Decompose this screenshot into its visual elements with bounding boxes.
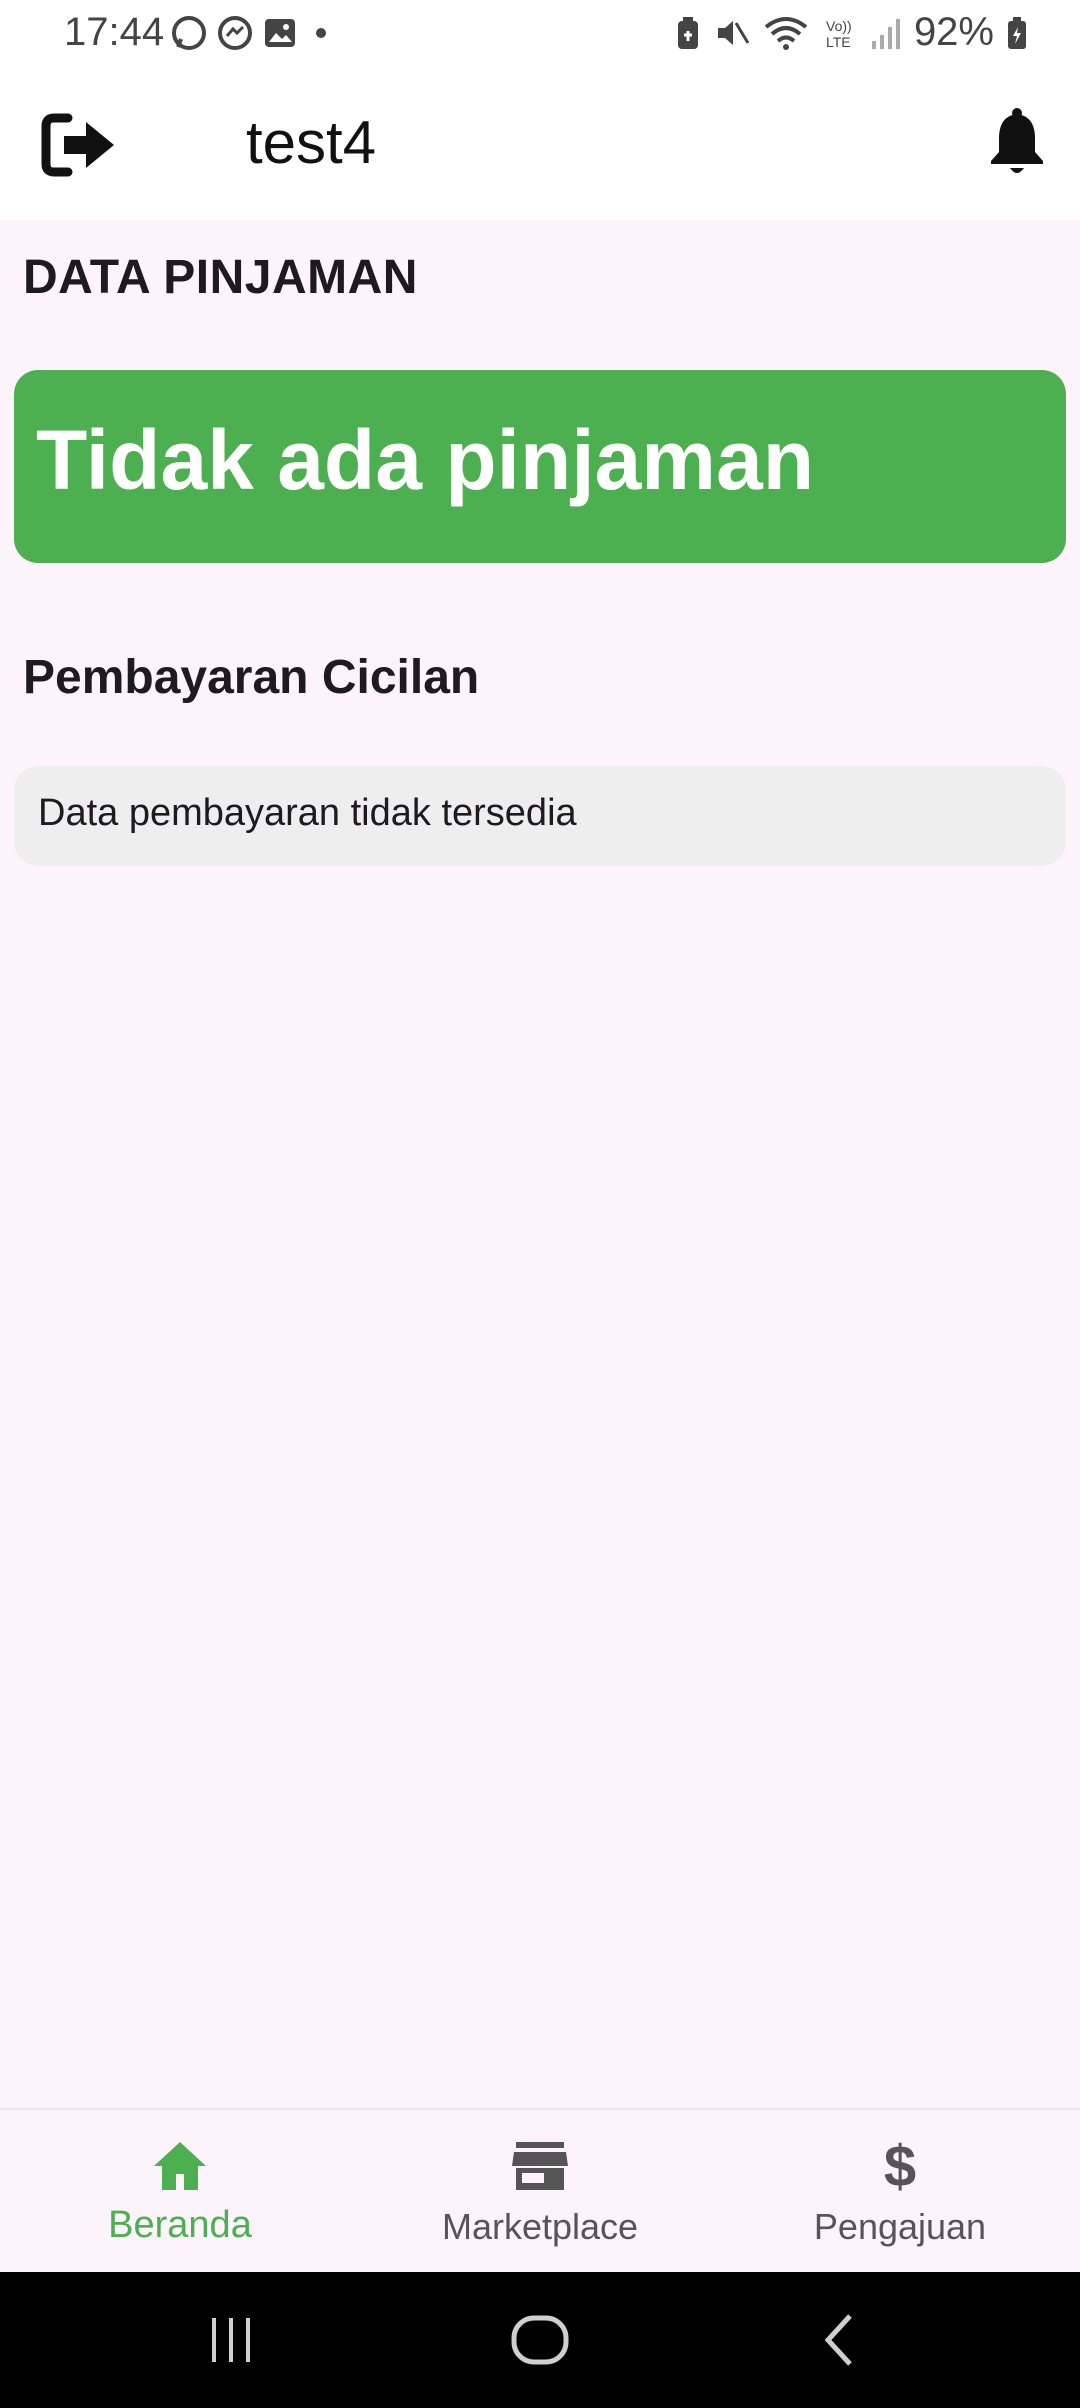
notifications-button[interactable] (986, 108, 1048, 180)
installment-section-title: Pembayaran Cicilan (23, 651, 480, 704)
loan-status-card: Tidak ada pinjaman (14, 370, 1066, 563)
battery-icon (1008, 16, 1026, 49)
battery-saver-icon (677, 16, 698, 49)
recent-apps-icon[interactable] (206, 2312, 256, 2368)
whatsapp-icon (172, 16, 206, 50)
status-bar: 17:44 Vo)) LTE 92% (0, 0, 1080, 72)
nav-item-beranda[interactable]: Beranda (0, 2110, 360, 2274)
system-navigation-bar (0, 2272, 1080, 2408)
store-icon (512, 2142, 568, 2190)
bottom-navigation: Beranda Marketplace $ Pengajuan (0, 2108, 1080, 2274)
app-bar: test4 (0, 72, 1080, 220)
gallery-icon (265, 19, 295, 47)
messenger-icon (218, 16, 252, 50)
nav-item-pengajuan[interactable]: $ Pengajuan (720, 2110, 1080, 2274)
svg-text:$: $ (884, 2136, 916, 2196)
installment-empty-card: Data pembayaran tidak tersedia (14, 766, 1066, 866)
home-circle-icon[interactable] (508, 2312, 572, 2368)
loan-status-text: Tidak ada pinjaman (36, 413, 815, 507)
bell-icon (991, 108, 1043, 173)
app-title: test4 (246, 109, 377, 176)
svg-text:Vo)): Vo)) (826, 18, 852, 34)
nav-item-marketplace[interactable]: Marketplace (360, 2110, 720, 2274)
notification-icons (170, 14, 336, 52)
back-icon[interactable] (818, 2312, 858, 2368)
installment-empty-text: Data pembayaran tidak tersedia (38, 792, 577, 834)
mute-icon (717, 20, 750, 45)
dot-icon (316, 28, 326, 38)
logout-icon (41, 113, 114, 177)
dollar-icon: $ (884, 2136, 916, 2196)
signal-icon (871, 18, 900, 49)
nav-label-beranda: Beranda (108, 2204, 252, 2246)
battery-percentage: 92% (913, 10, 994, 54)
wifi-icon (764, 16, 808, 50)
home-icon (154, 2142, 206, 2190)
logout-button[interactable] (40, 110, 120, 180)
svg-text:LTE: LTE (826, 34, 851, 50)
nav-label-pengajuan: Pengajuan (813, 2206, 987, 2247)
system-status-icons: Vo)) LTE 92% (674, 10, 1080, 55)
volte-icon: Vo))LTE (826, 18, 852, 50)
nav-label-marketplace: Marketplace (441, 2206, 639, 2247)
loan-section-title: DATA PINJAMAN (23, 251, 418, 304)
status-time: 17:44 (64, 10, 165, 54)
